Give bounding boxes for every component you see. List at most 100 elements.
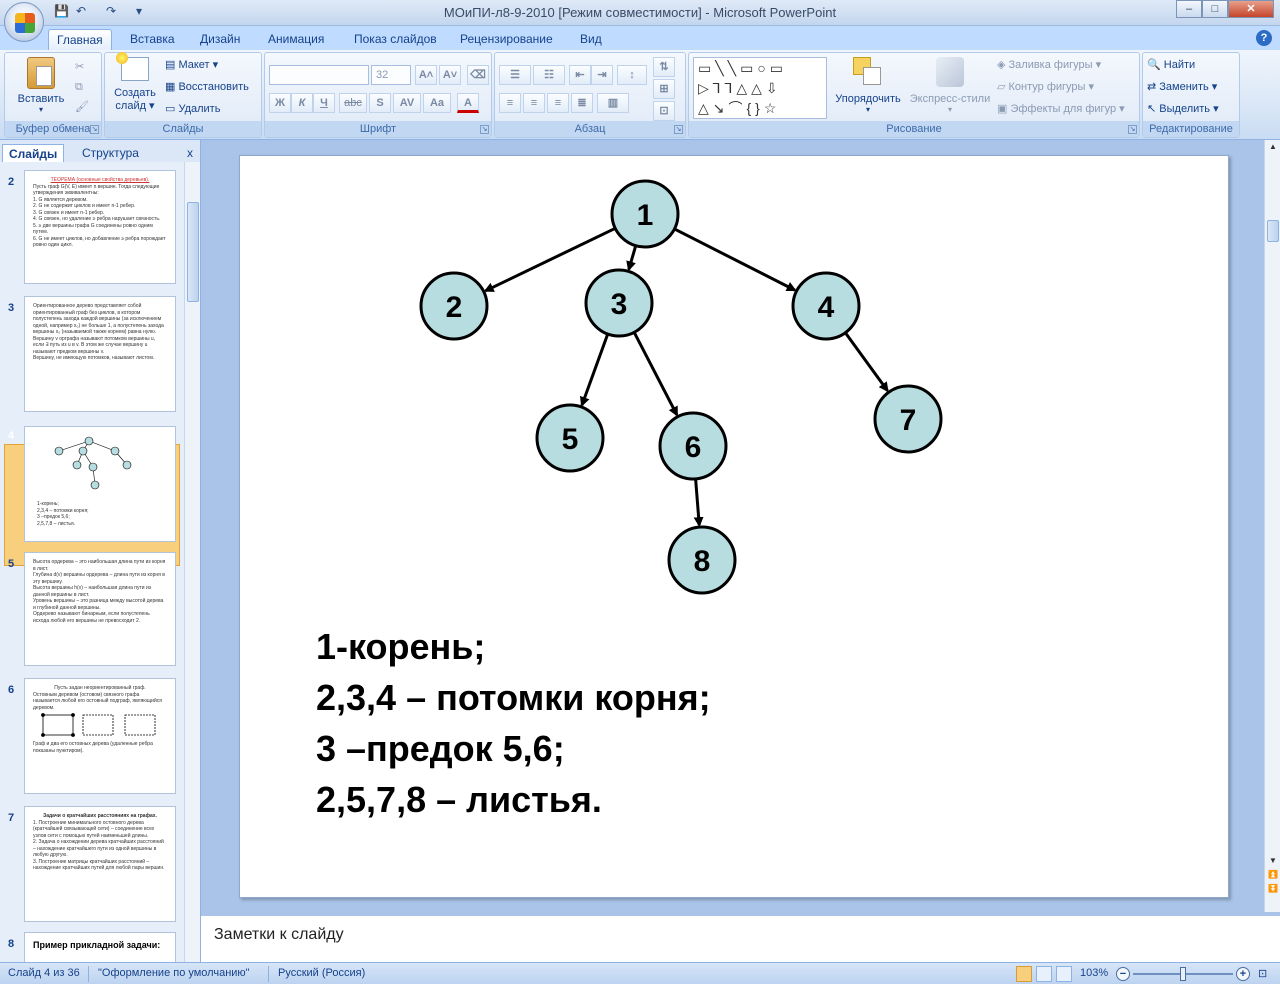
slide-thumbnail-3[interactable]: Ориентированное дерево представляет собо… bbox=[24, 296, 176, 412]
tree-node-label: 1 bbox=[637, 199, 654, 232]
minimize-button[interactable]: – bbox=[1176, 0, 1202, 18]
slide-thumbnail-5[interactable]: Высота ордерева – это наибольшая длина п… bbox=[24, 552, 176, 666]
copy-icon[interactable]: ⧉ bbox=[75, 77, 83, 97]
thumb-line: Пусть граф G(V, E) имеет n вершин. Тогда… bbox=[33, 183, 160, 197]
align-left-icon[interactable]: ≡ bbox=[499, 93, 521, 113]
cut-icon[interactable]: ✂ bbox=[75, 57, 84, 77]
font-size-combo[interactable]: 32 bbox=[371, 65, 411, 85]
shape-fill-button[interactable]: ◈ Заливка фигуры ▾ bbox=[997, 55, 1101, 75]
shapes-gallery[interactable]: ▭╲╲▭○▭ ▷⅂⅂△△⇩ △↘⌒{}☆ bbox=[693, 57, 827, 119]
shape-effects-button[interactable]: ▣ Эффекты для фигур ▾ bbox=[997, 99, 1125, 119]
slide-thumbnail-6[interactable]: Пусть задан неориентированный граф. Осто… bbox=[24, 678, 176, 794]
shrink-font-icon[interactable]: A˅ bbox=[439, 65, 461, 85]
help-icon[interactable]: ? bbox=[1256, 30, 1272, 46]
tab-home[interactable]: Главная bbox=[48, 29, 112, 50]
tab-slides[interactable]: Слайды bbox=[2, 144, 65, 162]
delete-slide-button[interactable]: ▭ Удалить bbox=[165, 99, 220, 119]
reset-button[interactable]: ▦ Восстановить bbox=[165, 77, 249, 97]
tree-edge bbox=[693, 478, 704, 528]
char-spacing-button[interactable]: AV bbox=[393, 93, 421, 113]
layout-button[interactable]: ▤ Макет ▾ bbox=[165, 55, 218, 75]
scrollbar-thumb[interactable] bbox=[1267, 220, 1279, 242]
new-slide-button[interactable]: Создать слайд ▾ bbox=[109, 52, 161, 112]
office-button[interactable] bbox=[4, 2, 44, 42]
notes-pane[interactable]: Заметки к слайду bbox=[201, 912, 1280, 962]
editor-scrollbar[interactable]: ▲ ▼ ⏫ ⏬ bbox=[1264, 140, 1280, 912]
shape-fill-label: Заливка фигуры ▾ bbox=[1008, 59, 1102, 71]
slideshow-view-icon[interactable] bbox=[1056, 966, 1072, 982]
font-launcher-icon[interactable]: ↘ bbox=[480, 125, 489, 134]
slide-thumbnail-7[interactable]: Задачи о кратчайших расстояниях на графа… bbox=[24, 806, 176, 922]
tab-animation[interactable]: Анимация bbox=[260, 29, 332, 50]
zoom-level[interactable]: 103% bbox=[1080, 967, 1108, 979]
smartart-icon[interactable]: ⊡ bbox=[653, 101, 675, 121]
columns-icon[interactable]: ▥ bbox=[597, 93, 629, 113]
tab-review[interactable]: Рецензирование bbox=[452, 29, 561, 50]
slide-body-text[interactable]: 1-корень; 2,3,4 – потомки корня; 3 –пред… bbox=[316, 621, 711, 825]
change-case-button[interactable]: Aa bbox=[423, 93, 451, 113]
zoom-in-icon[interactable]: + bbox=[1236, 967, 1250, 981]
slide-sorter-icon[interactable] bbox=[1036, 966, 1052, 982]
underline-button[interactable]: Ч bbox=[313, 93, 335, 113]
increase-indent-icon[interactable]: ⇥ bbox=[591, 65, 613, 85]
strikethrough-button[interactable]: abc bbox=[339, 93, 367, 113]
numbering-icon[interactable]: ☷ bbox=[533, 65, 565, 85]
align-center-icon[interactable]: ≡ bbox=[523, 93, 545, 113]
font-name-combo[interactable] bbox=[269, 65, 369, 85]
scroll-down-icon[interactable]: ▼ bbox=[1266, 854, 1280, 868]
window-title: МОиПИ-л8-9-2010 [Режим совместимости] - … bbox=[443, 5, 837, 20]
slide-thumbnail-4[interactable]: 1-корень; 2,3,4 – потомки корня; 3 –пред… bbox=[24, 426, 176, 542]
justify-icon[interactable]: ≣ bbox=[571, 93, 593, 113]
format-painter-icon[interactable]: 🖌 bbox=[75, 97, 89, 117]
grow-font-icon[interactable]: A˄ bbox=[415, 65, 437, 85]
shadow-button[interactable]: S bbox=[369, 93, 391, 113]
zoom-slider-knob[interactable] bbox=[1180, 967, 1186, 981]
drawing-launcher-icon[interactable]: ↘ bbox=[1128, 125, 1137, 134]
zoom-out-icon[interactable]: − bbox=[1116, 967, 1130, 981]
slide-thumbnail-2[interactable]: ТЕОРЕМА (основные свойства деревьев). Пу… bbox=[24, 170, 176, 284]
scrollbar-thumb[interactable] bbox=[187, 202, 199, 302]
slide-thumbnail-8[interactable]: Пример прикладной задачи: bbox=[24, 932, 176, 962]
outline-icon: ▱ bbox=[997, 81, 1009, 93]
shape-outline-button[interactable]: ▱ Контур фигуры ▾ bbox=[997, 77, 1094, 97]
next-slide-icon[interactable]: ⏬ bbox=[1266, 882, 1280, 896]
panel-close-icon[interactable]: x bbox=[187, 146, 193, 160]
bold-button[interactable]: Ж bbox=[269, 93, 291, 113]
clear-format-icon[interactable]: ⌫ bbox=[467, 65, 489, 85]
slides-group-label: Слайды bbox=[105, 121, 261, 137]
language-indicator[interactable]: Русский (Россия) bbox=[278, 967, 365, 979]
normal-view-icon[interactable] bbox=[1016, 966, 1032, 982]
find-button[interactable]: 🔍 Найти bbox=[1147, 55, 1195, 75]
maximize-button[interactable]: □ bbox=[1202, 0, 1228, 18]
replace-label: Заменить ▾ bbox=[1159, 81, 1218, 93]
clipboard-launcher-icon[interactable]: ↘ bbox=[90, 125, 99, 134]
italic-button[interactable]: К bbox=[291, 93, 313, 113]
tab-view[interactable]: Вид bbox=[572, 29, 610, 50]
font-color-button[interactable]: A bbox=[457, 93, 479, 113]
slide-line-2: 2,3,4 – потомки корня; bbox=[316, 677, 711, 718]
slide-canvas[interactable]: 1 2 3 4 5 6 7 8 1-корень; 2,3,4 – потомки корня… bbox=[239, 155, 1229, 898]
close-button[interactable]: ✕ bbox=[1228, 0, 1274, 18]
select-button[interactable]: ↖ Выделить ▾ bbox=[1147, 99, 1219, 119]
paste-button[interactable]: Вставить ▾ bbox=[13, 57, 69, 114]
fit-window-icon[interactable]: ⊡ bbox=[1258, 967, 1267, 980]
tab-design[interactable]: Дизайн bbox=[192, 29, 248, 50]
scroll-up-icon[interactable]: ▲ bbox=[1266, 140, 1280, 154]
quick-styles-button[interactable]: Экспресс-стили ▾ bbox=[907, 57, 993, 114]
decrease-indent-icon[interactable]: ⇤ bbox=[569, 65, 591, 85]
thumbnail-scrollbar[interactable] bbox=[184, 162, 200, 962]
tab-outline[interactable]: Структура bbox=[76, 144, 145, 162]
text-direction-icon[interactable]: ⇅ bbox=[653, 57, 675, 77]
tab-slideshow[interactable]: Показ слайдов bbox=[346, 29, 445, 50]
align-text-icon[interactable]: ⊞ bbox=[653, 79, 675, 99]
quick-styles-label: Экспресс-стили bbox=[909, 93, 991, 105]
paragraph-launcher-icon[interactable]: ↘ bbox=[674, 125, 683, 134]
line-spacing-icon[interactable]: ↕ bbox=[617, 65, 647, 85]
arrange-button[interactable]: Упорядочить ▾ bbox=[833, 57, 903, 114]
align-right-icon[interactable]: ≡ bbox=[547, 93, 569, 113]
tab-insert[interactable]: Вставка bbox=[122, 29, 183, 50]
replace-button[interactable]: ⇄ Заменить ▾ bbox=[1147, 77, 1217, 97]
find-label: Найти bbox=[1163, 59, 1196, 71]
bullets-icon[interactable]: ☰ bbox=[499, 65, 531, 85]
prev-slide-icon[interactable]: ⏫ bbox=[1266, 868, 1280, 882]
